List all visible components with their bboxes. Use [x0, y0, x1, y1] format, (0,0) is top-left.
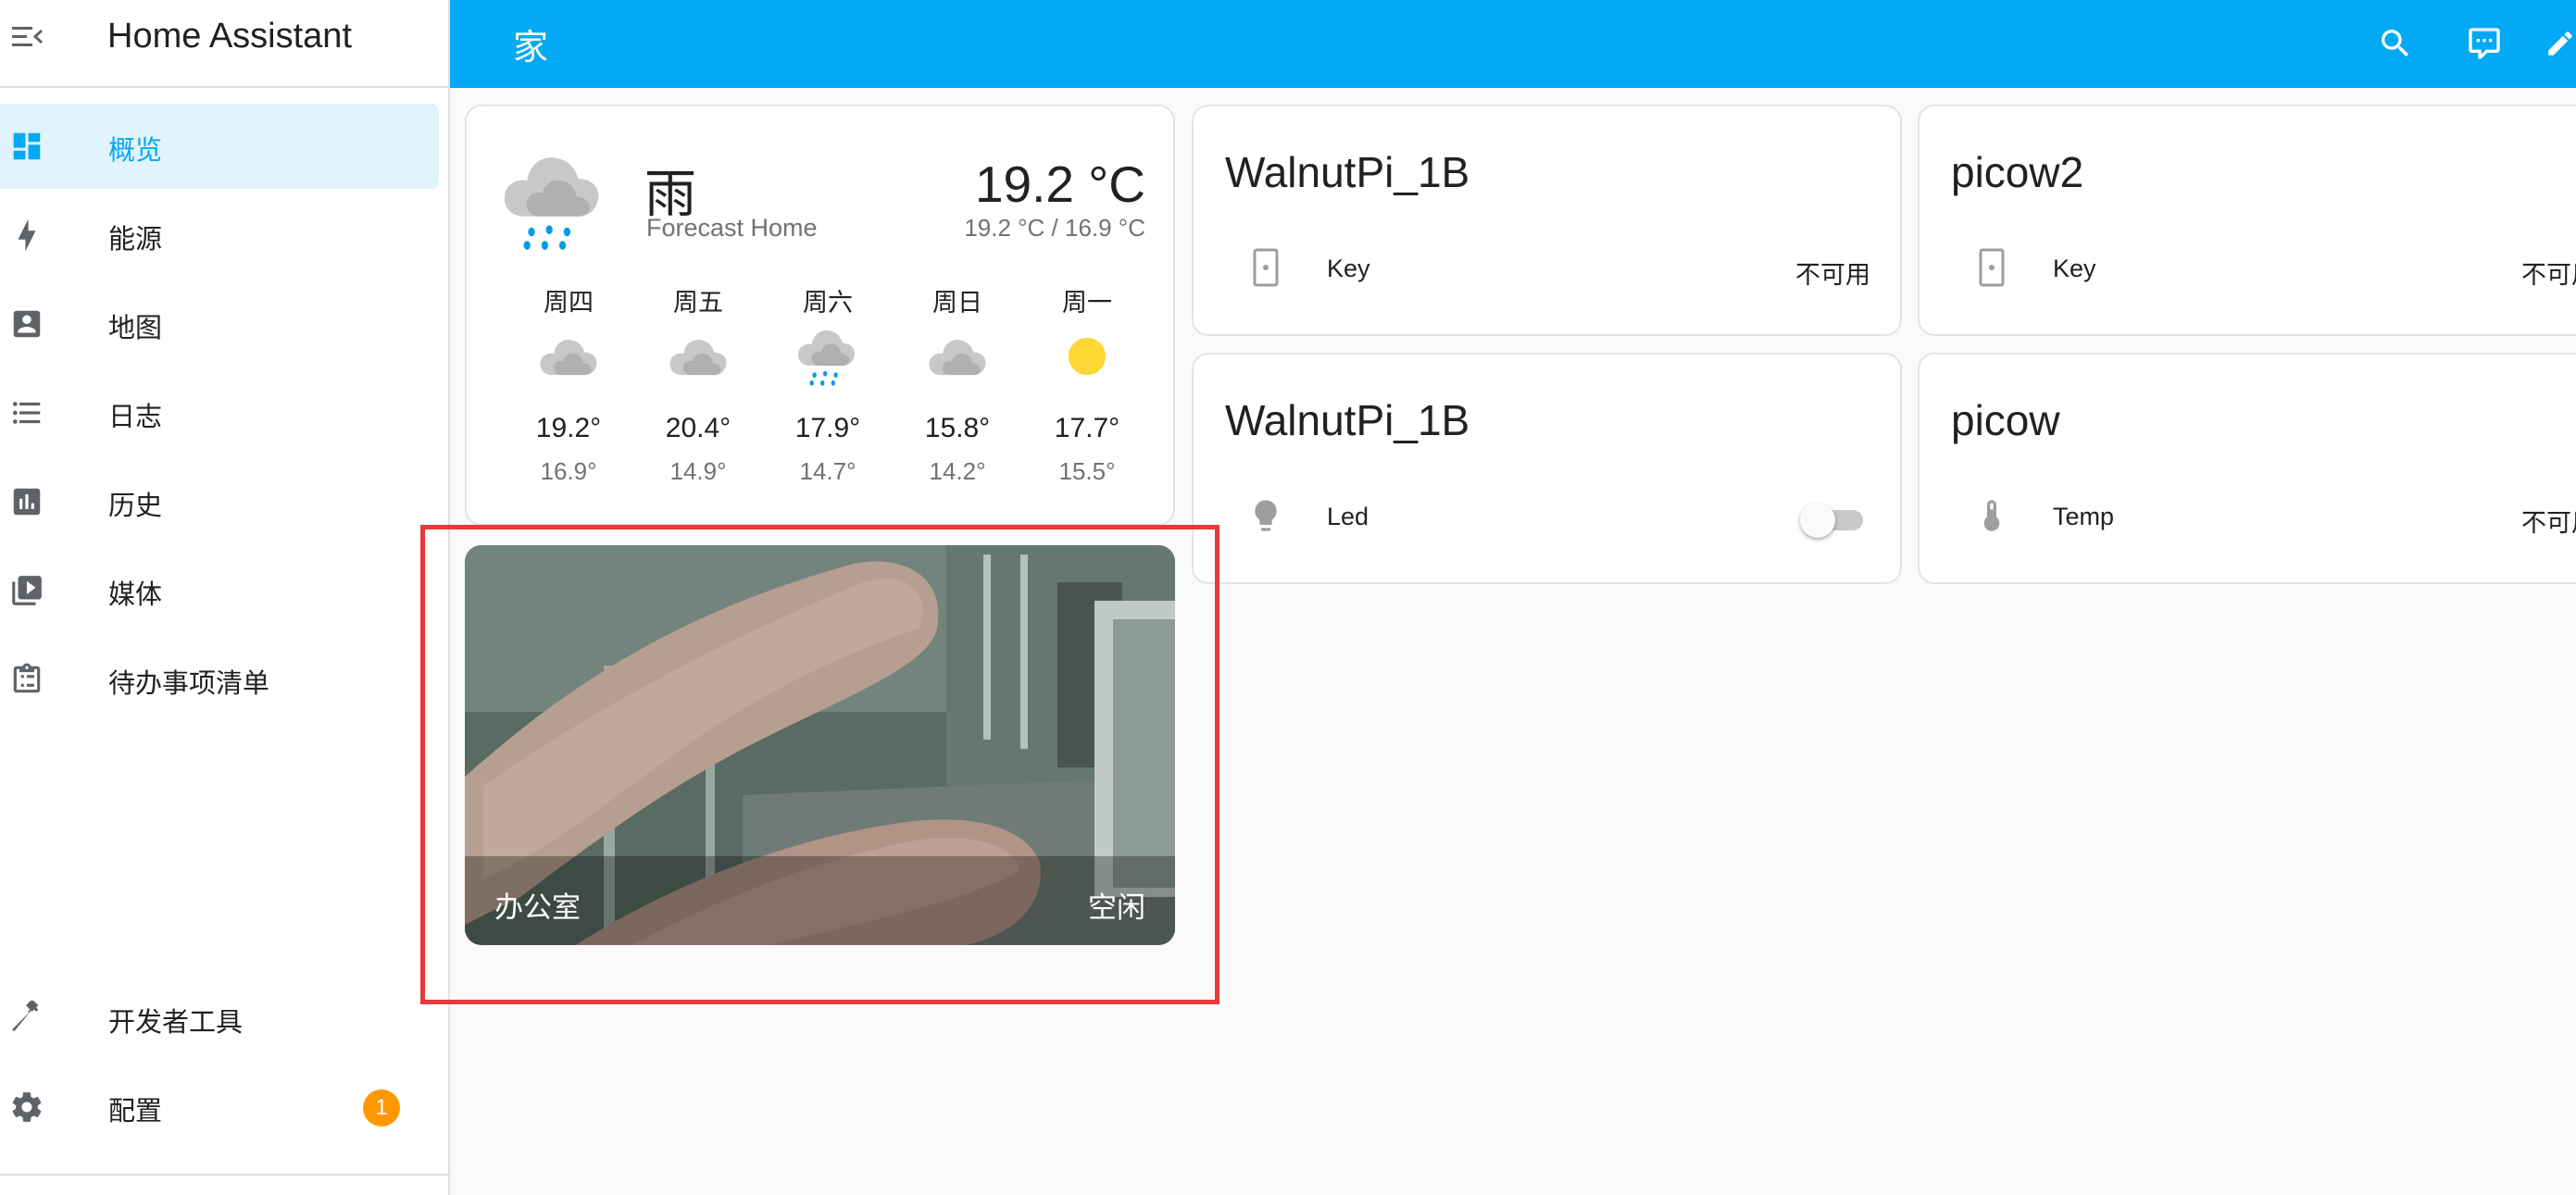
forecast-day: 周日 15.8° 14.2°	[902, 282, 1013, 486]
forecast-day-label: 周一	[1062, 289, 1112, 317]
led-toggle-switch[interactable]	[1800, 503, 1863, 538]
sidebar-item-logbook[interactable]: 日志	[0, 370, 439, 455]
clipboard-list-icon	[7, 660, 46, 699]
forecast-high: 17.7°	[1054, 413, 1120, 443]
card-title: picow	[1951, 396, 2060, 444]
entity-name[interactable]: Led	[1327, 503, 1369, 531]
forecast-low: 16.9°	[540, 457, 597, 485]
temperature-high-low: 19.2 °C / 16.9 °C	[964, 214, 1145, 242]
sidebar-item-developer-tools[interactable]: 开发者工具	[0, 976, 439, 1061]
forecast-day-label: 周六	[803, 289, 853, 317]
forecast-day: 周六 17.9° 14.7°	[772, 282, 883, 486]
play-box-multiple-icon	[7, 571, 46, 610]
sidebar-item-label: 概览	[108, 136, 163, 166]
forecast-low: 14.9°	[669, 457, 727, 485]
hammer-icon	[7, 999, 46, 1038]
sidebar-item-history[interactable]: 历史	[0, 459, 439, 544]
cloudy-icon	[924, 323, 991, 390]
chart-box-icon	[7, 482, 46, 521]
entity-name[interactable]: Key	[1327, 255, 1370, 283]
camera-picture-card[interactable]: 办公室 空闲	[465, 545, 1175, 945]
forecast-low: 14.7°	[799, 457, 857, 485]
sidebar-item-label: 能源	[108, 225, 163, 255]
sidebar-item-label: 媒体	[108, 580, 163, 610]
sidebar: Home Assistant 概览 能源 地图 日志 历史 媒体 待办事项清单 …	[0, 0, 450, 1195]
weather-forecast-card[interactable]: 雨 Forecast Home 19.2 °C 19.2 °C / 16.9 °…	[465, 105, 1175, 526]
entities-card-walnutpi-led[interactable]: WalnutPi_1B Led	[1192, 353, 1902, 584]
lightning-bolt-icon	[7, 216, 46, 255]
app-title: Home Assistant	[107, 17, 352, 56]
camera-footer: 办公室 空闲	[465, 856, 1175, 945]
sidebar-item-media[interactable]: 媒体	[0, 548, 439, 633]
format-list-bulleted-icon	[7, 393, 46, 432]
entities-card-picow[interactable]: picow Temp 不可用	[1918, 353, 2576, 584]
sidebar-item-label: 待办事项清单	[108, 669, 270, 699]
notification-badge: 1	[363, 1089, 400, 1127]
entity-state: 不可用	[2521, 261, 2576, 289]
cog-icon	[7, 1088, 46, 1127]
door-sensor-icon	[1970, 245, 2014, 290]
entity-name[interactable]: Temp	[2053, 503, 2114, 531]
entity-state: 不可用	[1795, 261, 1870, 289]
forecast-day-label: 周日	[932, 289, 982, 317]
account-box-icon	[7, 305, 46, 343]
sidebar-item-label: 开发者工具	[108, 1008, 244, 1038]
sidebar-item-todo[interactable]: 待办事项清单	[0, 637, 439, 722]
entity-state: 不可用	[2521, 509, 2576, 537]
cloudy-icon	[535, 323, 602, 390]
cloudy-icon	[665, 323, 732, 390]
weather-entity-name: Forecast Home	[646, 214, 818, 242]
lightbulb-icon	[1244, 493, 1288, 538]
top-app-bar: 家	[450, 0, 2576, 88]
forecast-day-label: 周四	[544, 289, 594, 317]
forecast-high: 20.4°	[665, 413, 732, 443]
camera-state: 空闲	[1088, 891, 1145, 924]
sidebar-item-config[interactable]: 配置 1	[0, 1064, 439, 1150]
camera-name: 办公室	[494, 891, 581, 924]
assist-button[interactable]	[2459, 19, 2509, 68]
sidebar-item-label: 历史	[108, 492, 163, 521]
menu-toggle-button[interactable]	[7, 17, 48, 57]
entities-card-walnutpi-key[interactable]: WalnutPi_1B Key 不可用	[1192, 105, 1902, 336]
forecast-high: 15.8°	[924, 413, 991, 443]
rainy-icon	[498, 145, 609, 256]
forecast-low: 14.2°	[929, 457, 986, 485]
forecast-day-label: 周五	[673, 289, 723, 317]
forecast-high: 17.9°	[794, 413, 861, 443]
sidebar-divider	[0, 1174, 448, 1176]
search-button[interactable]	[2370, 19, 2420, 68]
thermometer-icon	[1970, 493, 2014, 538]
assist-chat-icon	[2469, 28, 2500, 59]
edit-pencil-icon	[2548, 31, 2572, 56]
view-dashboard-icon	[7, 127, 46, 166]
current-temperature: 19.2 °C	[974, 156, 1145, 213]
dashboard-title: 家	[513, 29, 549, 68]
card-title: WalnutPi_1B	[1225, 396, 1470, 444]
sidebar-item-overview[interactable]: 概览	[0, 104, 439, 189]
sidebar-header: Home Assistant	[0, 0, 448, 88]
entities-card-picow2[interactable]: picow2 Key 不可用	[1918, 105, 2576, 336]
forecast-high: 19.2°	[535, 413, 602, 443]
search-icon	[2382, 30, 2409, 57]
toggle-knob	[1800, 503, 1835, 538]
menu-open-icon	[12, 27, 44, 46]
door-sensor-icon	[1244, 245, 1288, 290]
card-title: WalnutPi_1B	[1225, 148, 1470, 196]
sidebar-item-label: 地图	[108, 314, 163, 343]
sidebar-item-label: 配置	[108, 1097, 163, 1127]
sidebar-item-map[interactable]: 地图	[0, 281, 439, 367]
forecast-day: 周四 19.2° 16.9°	[513, 282, 624, 486]
forecast-day: 周五 20.4° 14.9°	[643, 282, 754, 486]
sidebar-item-energy[interactable]: 能源	[0, 193, 439, 278]
sidebar-item-label: 日志	[108, 403, 163, 432]
forecast-day: 周一 17.7° 15.5°	[1032, 282, 1143, 486]
rainy-icon	[794, 323, 861, 390]
sunny-icon	[1054, 323, 1120, 390]
card-title: picow2	[1951, 148, 2084, 196]
edit-dashboard-button[interactable]	[2545, 19, 2576, 68]
forecast-low: 15.5°	[1058, 457, 1116, 485]
entity-name[interactable]: Key	[2053, 255, 2096, 283]
